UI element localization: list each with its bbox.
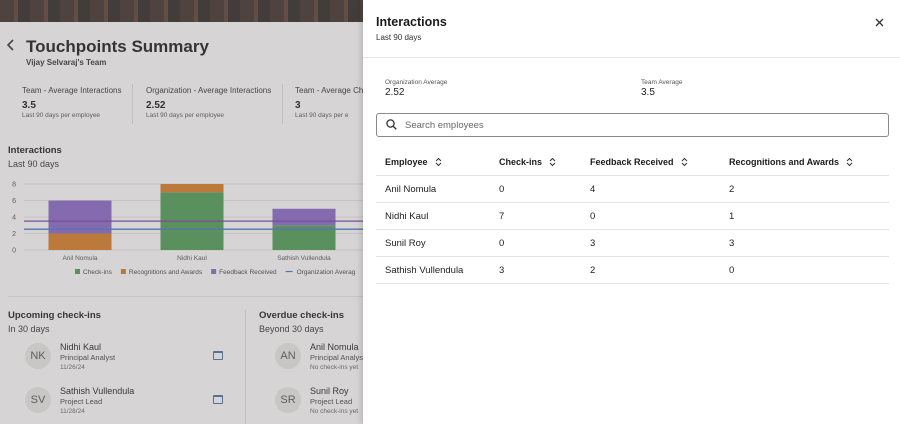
- sort-icon: [681, 157, 687, 166]
- table-row[interactable]: Sathish Vullendula 3 2 0: [376, 256, 889, 283]
- close-icon: [875, 18, 883, 27]
- column-header-feedback[interactable]: Feedback Received: [590, 147, 688, 176]
- drawer-title: Interactions: [376, 15, 447, 29]
- sort-icon: [846, 157, 853, 166]
- sort-icon: [549, 157, 556, 166]
- search-box[interactable]: [376, 113, 889, 137]
- table-row[interactable]: Sunil Roy 0 3 3: [376, 229, 889, 256]
- column-header-checkins[interactable]: Check-ins: [499, 147, 556, 176]
- column-header-employee[interactable]: Employee: [385, 147, 442, 176]
- org-average: Organization Average 2.52: [385, 79, 448, 98]
- table-row[interactable]: Anil Nomula 0 4 2: [376, 175, 889, 202]
- sort-icon: [435, 157, 441, 166]
- table-bottom-border: [376, 283, 889, 284]
- modal-scrim[interactable]: [0, 0, 363, 424]
- close-button[interactable]: [871, 14, 887, 30]
- column-header-recognitions[interactable]: Recognitions and Awards: [729, 147, 853, 176]
- search-icon: [386, 119, 397, 130]
- interactions-drawer: Interactions Last 90 days Organization A…: [363, 0, 900, 424]
- drawer-header-divider: [363, 57, 900, 58]
- team-average: Team Average 3.5: [641, 79, 683, 98]
- search-input[interactable]: [405, 117, 875, 133]
- drawer-subtitle: Last 90 days: [376, 33, 422, 42]
- table-row[interactable]: Nidhi Kaul 7 0 1: [376, 202, 889, 229]
